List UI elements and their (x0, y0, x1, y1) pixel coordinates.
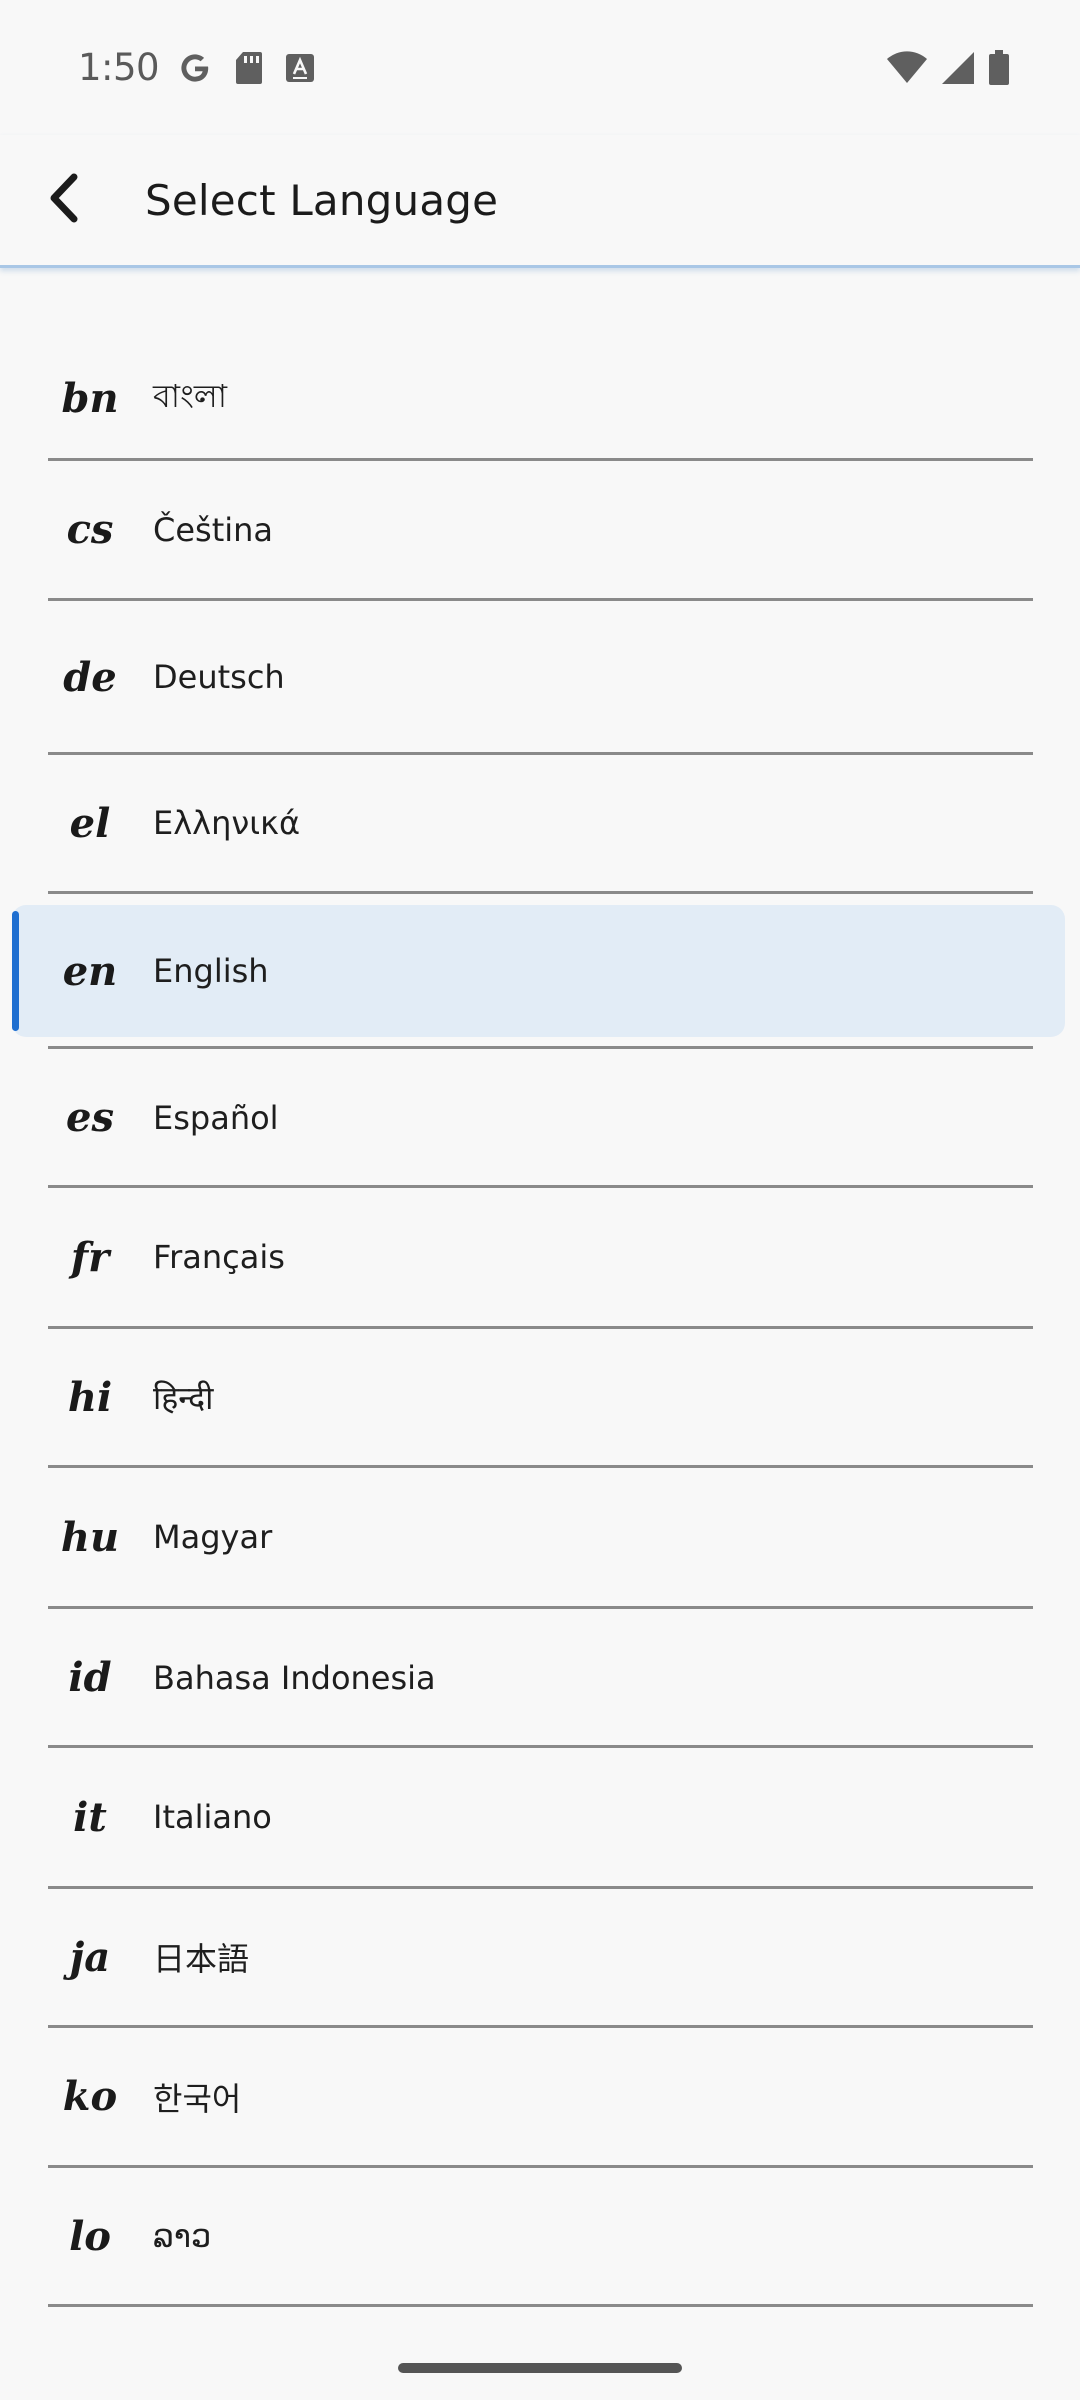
language-item-ko[interactable]: ko 한국어 (48, 2028, 1033, 2165)
language-item-hi[interactable]: hi हिन्दी (48, 1329, 1033, 1465)
language-item-cs[interactable]: cs Čeština (48, 461, 1033, 598)
language-item-lo[interactable]: lo ລາວ (48, 2168, 1033, 2304)
language-name: Italiano (153, 1798, 272, 1836)
language-item-id[interactable]: id Bahasa Indonesia (48, 1609, 1033, 1746)
sd-card-icon (235, 51, 263, 85)
language-item-el[interactable]: el Ελληνικά (48, 755, 1033, 891)
page-title: Select Language (145, 175, 499, 225)
language-name: 한국어 (153, 2079, 242, 2118)
language-code: id (68, 1654, 112, 1701)
language-item-bn[interactable]: bn বাংলা (48, 336, 1033, 460)
language-code: ja (69, 1933, 111, 1981)
language-code: es (66, 1094, 114, 1141)
language-name: हिन्दी (153, 1378, 214, 1417)
language-code: it (73, 1793, 107, 1841)
status-time: 1:50 (78, 46, 160, 89)
app-bar: Select Language (0, 135, 1080, 268)
language-name: ລາວ (153, 2217, 212, 2255)
home-indicator[interactable] (398, 2363, 682, 2373)
language-name: English (153, 952, 269, 990)
language-code: ko (62, 2073, 118, 2120)
language-code: fr (70, 1233, 110, 1281)
language-screen: 1:50 Select Language bn বাংলা cs Čeština… (0, 0, 1080, 2400)
language-name: বাংলা (153, 377, 227, 415)
language-code: de (63, 653, 117, 701)
selected-indicator (12, 911, 19, 1031)
google-icon (177, 50, 213, 86)
language-item-ja[interactable]: ja 日本語 (48, 1889, 1033, 2025)
language-code: hi (67, 1373, 113, 1421)
battery-icon (988, 49, 1010, 86)
status-bar: 1:50 (0, 0, 1080, 135)
language-code: hu (60, 1513, 120, 1561)
divider (48, 2304, 1033, 2307)
arrow-back-icon (44, 172, 84, 228)
language-name: Ελληνικά (153, 804, 301, 842)
language-item-de[interactable]: de Deutsch (48, 601, 1033, 753)
cell-signal-icon (940, 51, 976, 85)
language-item-fr[interactable]: fr Français (48, 1188, 1033, 1326)
keyboard-a-icon (285, 53, 315, 83)
language-name: 日本語 (153, 1940, 250, 1978)
language-code: en (62, 947, 118, 995)
back-button[interactable] (32, 168, 96, 232)
language-code: bn (61, 374, 119, 422)
wifi-icon (886, 50, 928, 85)
language-name: Bahasa Indonesia (153, 1658, 436, 1697)
language-item-hu[interactable]: hu Magyar (48, 1468, 1033, 1606)
language-name: Español (153, 1098, 279, 1137)
language-name: Français (153, 1238, 285, 1276)
language-item-it[interactable]: it Italiano (48, 1748, 1033, 1886)
language-name: Čeština (153, 510, 274, 549)
language-name: Deutsch (153, 658, 285, 696)
language-item-en[interactable]: en English (12, 905, 1065, 1037)
language-code: el (69, 799, 111, 847)
language-code: lo (69, 2212, 111, 2260)
divider (48, 891, 1033, 894)
language-item-es[interactable]: es Español (48, 1049, 1033, 1186)
language-code: cs (66, 506, 114, 553)
language-name: Magyar (153, 1518, 273, 1556)
